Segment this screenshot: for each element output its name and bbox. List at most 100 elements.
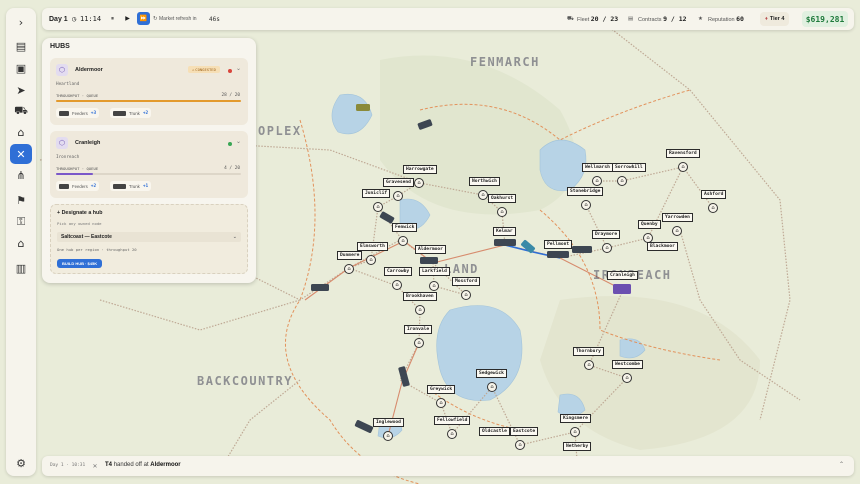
city-label-ashford[interactable]: Ashford bbox=[701, 190, 727, 199]
depot-icon[interactable]: ⌂ bbox=[10, 122, 32, 142]
city-label-fenwick[interactable]: Fenwick bbox=[392, 223, 418, 232]
contracts-icon[interactable]: ▣ bbox=[10, 58, 32, 78]
lock-icon[interactable]: ⚿ bbox=[10, 212, 32, 232]
city-node[interactable]: ⌂ bbox=[708, 203, 718, 213]
city-node[interactable]: ⌂ bbox=[581, 200, 591, 210]
truck-icon[interactable] bbox=[547, 251, 569, 258]
city-node[interactable]: ⌂ bbox=[602, 243, 612, 253]
trunk-chip[interactable]: Trunk +2 bbox=[110, 108, 152, 118]
fleet-icon[interactable]: ⛟ bbox=[10, 101, 32, 121]
truck-icon[interactable] bbox=[572, 246, 592, 253]
city-node[interactable]: ⌂ bbox=[344, 264, 354, 274]
city-node[interactable]: ⌂ bbox=[398, 236, 408, 246]
network-icon[interactable]: ⋔ bbox=[10, 165, 32, 185]
city-node[interactable]: ⌂ bbox=[415, 305, 425, 315]
city-node[interactable]: ⌂ bbox=[366, 255, 376, 265]
city-label-carrowby[interactable]: Carrowby bbox=[384, 267, 413, 276]
city-label-oldcastle[interactable]: Oldcastle bbox=[479, 427, 510, 436]
city-label-inglewood[interactable]: Inglewood bbox=[373, 418, 404, 427]
city-node[interactable]: ⌂ bbox=[392, 280, 402, 290]
city-node[interactable]: ⌂ bbox=[487, 382, 497, 392]
ledger-icon[interactable]: ▤ bbox=[10, 36, 32, 56]
city-node[interactable]: ⌂ bbox=[672, 226, 682, 236]
city-label-mossford[interactable]: Mossford bbox=[452, 277, 481, 286]
truck-icon[interactable] bbox=[311, 284, 329, 291]
build-hub-button[interactable]: BUILD HUB · $45K bbox=[57, 259, 103, 268]
throughput-queue-label: THROUGHPUT · QUEUE bbox=[56, 93, 99, 98]
city-label-aldermoor[interactable]: Aldermoor bbox=[415, 245, 446, 254]
city-label-thornbury[interactable]: Thornbury bbox=[573, 347, 604, 356]
city-node[interactable]: ⌂ bbox=[429, 281, 439, 291]
expand-rail-icon[interactable]: › bbox=[10, 12, 32, 32]
chevron-up-icon[interactable]: ⌃ bbox=[839, 461, 844, 468]
chevron-down-icon[interactable]: ⌄ bbox=[236, 65, 241, 72]
hubs-icon[interactable]: ✕ bbox=[10, 144, 32, 164]
city-label-yarrowden[interactable]: Yarrowden bbox=[662, 213, 693, 222]
truck-icon[interactable] bbox=[613, 284, 631, 294]
settings-icon[interactable]: ⚙ bbox=[10, 453, 32, 473]
stats-icon[interactable]: ▥ bbox=[10, 258, 32, 278]
city-node[interactable]: ⌂ bbox=[447, 429, 457, 439]
event-log-bar[interactable]: Day 1 · 10:31 ✕ T4 handed off at Aldermo… bbox=[42, 456, 854, 476]
city-label-larkfield[interactable]: Larkfield bbox=[419, 267, 450, 276]
city-node[interactable]: ⌂ bbox=[414, 338, 424, 348]
pause-button[interactable]: ⏸ bbox=[106, 12, 119, 25]
city-node[interactable]: ⌂ bbox=[478, 190, 488, 200]
city-node[interactable]: ⌂ bbox=[617, 176, 627, 186]
city-label-oakhurst[interactable]: Oakhurst bbox=[488, 194, 517, 203]
city-node[interactable]: ⌂ bbox=[497, 207, 507, 217]
feeders-chip[interactable]: Feeders +3 bbox=[56, 108, 100, 118]
city-node[interactable]: ⌂ bbox=[584, 360, 594, 370]
trunk-chip[interactable]: Trunk +1 bbox=[110, 181, 152, 191]
chevron-down-icon[interactable]: ⌄ bbox=[236, 138, 241, 145]
city-node[interactable]: ⌂ bbox=[592, 176, 602, 186]
dispatch-icon[interactable]: ➤ bbox=[10, 80, 32, 100]
city-label-kelmar[interactable]: Kelmar bbox=[493, 227, 516, 236]
hub-card-aldermoor[interactable]: ⬡ Aldermoor ⚠ CONGESTED ⌄ Heartland THRO… bbox=[50, 58, 248, 125]
truck-icon[interactable] bbox=[356, 104, 370, 111]
city-label-greywick[interactable]: Greywick bbox=[427, 385, 456, 394]
tier-badge[interactable]: ♦ Tier 4 bbox=[760, 12, 790, 26]
city-label-juniclif[interactable]: Juniclif bbox=[362, 189, 391, 198]
city-label-cranleigh[interactable]: Cranleigh bbox=[607, 271, 638, 280]
city-label-harrowgate[interactable]: Harrowgate bbox=[403, 165, 437, 174]
node-select[interactable]: Saltcoast — Eastcote ⌄ bbox=[57, 232, 241, 242]
truck-icon[interactable] bbox=[494, 239, 516, 246]
city-node[interactable]: ⌂ bbox=[461, 290, 471, 300]
city-label-elmsworth[interactable]: Elmsworth bbox=[357, 242, 388, 251]
truck-icon[interactable] bbox=[420, 257, 438, 264]
city-node[interactable]: ⌂ bbox=[570, 427, 580, 437]
city-node[interactable]: ⌂ bbox=[622, 373, 632, 383]
city-node[interactable]: ⌂ bbox=[393, 191, 403, 201]
fast-forward-button[interactable]: ⏩ bbox=[137, 12, 150, 25]
city-label-ravensford[interactable]: Ravensford bbox=[666, 149, 700, 158]
city-label-pellmont[interactable]: Pellmont bbox=[544, 240, 573, 249]
city-node[interactable]: ⌂ bbox=[436, 398, 446, 408]
city-label-northwich[interactable]: Northwich bbox=[469, 177, 500, 186]
marketing-icon[interactable]: ⚑ bbox=[10, 190, 32, 210]
city-label-draymore[interactable]: Draymore bbox=[592, 230, 621, 239]
city-label-brookhaven[interactable]: Brookhaven bbox=[403, 292, 437, 301]
city-label-blackmoor[interactable]: Blackmoor bbox=[647, 242, 678, 251]
city-label-sedgewick[interactable]: Sedgewick bbox=[476, 369, 507, 378]
city-label-quenby[interactable]: Quenby bbox=[638, 220, 661, 229]
city-label-netherby[interactable]: Netherby bbox=[563, 442, 592, 451]
play-button[interactable]: ▶ bbox=[121, 12, 134, 25]
warehouse-icon[interactable]: ⌂ bbox=[10, 233, 32, 253]
city-label-kingsmere[interactable]: Kingsmere bbox=[560, 414, 591, 423]
hub-card-cranleigh[interactable]: ⬡ Cranleigh ⌄ Ironreach THROUGHPUT · QUE… bbox=[50, 131, 248, 198]
city-node[interactable]: ⌂ bbox=[678, 162, 688, 172]
feeders-chip[interactable]: Feeders +2 bbox=[56, 181, 100, 191]
city-node[interactable]: ⌂ bbox=[383, 431, 393, 441]
city-label-stonebridge[interactable]: Stonebridge bbox=[567, 187, 604, 196]
city-label-westcombe[interactable]: Westcombe bbox=[612, 360, 643, 369]
city-label-ironvale[interactable]: Ironvale bbox=[404, 325, 433, 334]
city-label-sorrowhill[interactable]: Sorrowhill bbox=[612, 163, 646, 172]
city-label-dunmere[interactable]: Dunmere bbox=[337, 251, 363, 260]
city-label-fellowfield[interactable]: Fellowfield bbox=[434, 416, 471, 425]
city-node[interactable]: ⌂ bbox=[414, 178, 424, 188]
city-node[interactable]: ⌂ bbox=[515, 440, 525, 450]
city-label-wellmarsh[interactable]: Wellmarsh bbox=[582, 163, 613, 172]
city-label-eastcote[interactable]: Eastcote bbox=[510, 427, 539, 436]
city-label-gravesend[interactable]: Gravesend bbox=[383, 178, 414, 187]
